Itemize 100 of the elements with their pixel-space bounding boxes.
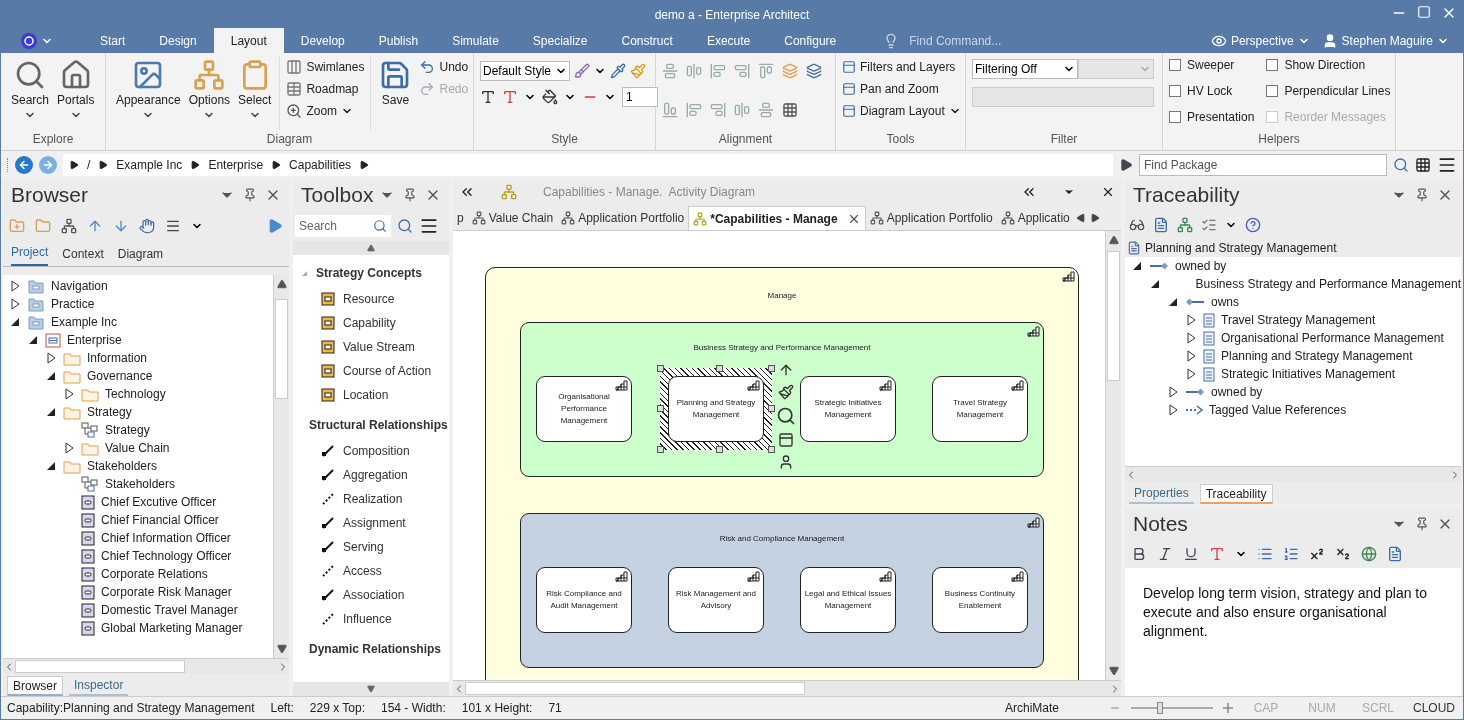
send-backward-icon[interactable] <box>806 63 822 79</box>
document-tab[interactable]: p <box>453 206 468 230</box>
capability-node[interactable]: Risk Compliance and Audit Management <box>536 567 632 633</box>
toolbox-item[interactable]: Access <box>343 562 382 580</box>
breadcrumb-item[interactable]: / <box>87 156 91 174</box>
toolbox-item[interactable]: Influence <box>343 610 392 628</box>
toolbox-item[interactable]: Realization <box>343 490 403 508</box>
collapsed-icon[interactable] <box>1185 314 1197 326</box>
scroll-down-icon[interactable] <box>1108 666 1119 676</box>
panel-tab[interactable]: Properties <box>1129 484 1194 504</box>
menu-icon[interactable] <box>419 216 439 236</box>
toolbox-item[interactable]: Association <box>343 586 405 604</box>
tree-item[interactable]: owned by <box>1175 257 1227 275</box>
tree-item[interactable]: Tagged Value References <box>1209 401 1347 419</box>
tree-item[interactable]: Corporate Risk Manager <box>101 583 232 601</box>
ribbon-tab[interactable]: Start <box>83 28 143 53</box>
document-icon[interactable] <box>1153 217 1169 233</box>
tree-item[interactable]: Stakeholders <box>105 475 176 493</box>
pin-icon[interactable] <box>403 188 417 202</box>
scroll-down-icon[interactable] <box>276 644 287 654</box>
expanded-icon[interactable] <box>45 406 57 418</box>
collapsed-icon[interactable] <box>1185 350 1197 362</box>
hierarchy-icon[interactable] <box>1177 217 1193 233</box>
capability-node[interactable]: Travel Strategy Management <box>932 376 1028 442</box>
play-icon[interactable] <box>267 218 283 234</box>
toolbox-item[interactable]: Location <box>343 386 389 404</box>
capability-node[interactable]: Strategic Initiatives Management <box>800 376 896 442</box>
grid-icon[interactable] <box>782 101 798 118</box>
expanded-icon[interactable] <box>45 370 57 382</box>
pin-icon[interactable] <box>243 188 257 202</box>
bullet-list-icon[interactable] <box>1257 546 1273 562</box>
menu-icon[interactable] <box>1437 155 1457 175</box>
tree-item[interactable]: Chief Technology Officer <box>101 547 232 565</box>
scroll-thumb[interactable] <box>1107 251 1120 381</box>
breadcrumb-item[interactable]: Enterprise <box>208 156 264 174</box>
tree-item[interactable]: Stakeholders <box>87 457 158 475</box>
resize-handle[interactable] <box>716 446 723 453</box>
ribbon-button[interactable]: Zoom <box>286 101 365 120</box>
resize-handle[interactable] <box>768 446 775 453</box>
ribbon-button[interactable]: Search <box>7 57 54 130</box>
search-icon[interactable] <box>776 406 796 426</box>
breadcrumb-item[interactable]: Example Inc <box>116 156 183 174</box>
tree-item[interactable]: Business Strategy and Performance Management <box>1195 275 1461 293</box>
capability-node[interactable]: Risk Management and Advisory <box>668 567 764 633</box>
subscript-icon[interactable] <box>1335 546 1351 562</box>
find-command-field[interactable]: Find Command... <box>909 31 1050 50</box>
toolbox-item[interactable]: Resource <box>343 290 395 308</box>
app-logo-icon[interactable] <box>19 31 39 50</box>
tree-item[interactable]: Information <box>87 349 148 367</box>
tree-item[interactable]: Enterprise <box>67 331 122 349</box>
find-package-field[interactable]: Find Package <box>1139 154 1387 176</box>
scroll-up-icon[interactable] <box>1108 235 1119 245</box>
collapsed-icon[interactable] <box>45 352 57 364</box>
perspective-button[interactable]: Perspective <box>1210 31 1310 50</box>
resize-handle[interactable] <box>716 365 723 372</box>
document-icon[interactable] <box>1387 546 1403 562</box>
resize-handle[interactable] <box>768 404 775 412</box>
ribbon-tab[interactable]: Layout <box>213 28 284 53</box>
move-up-icon[interactable] <box>87 218 103 234</box>
tree-item[interactable]: Value Chain <box>105 439 170 457</box>
close-icon[interactable] <box>1101 185 1115 199</box>
tree-item[interactable]: Chief Information Officer <box>101 529 231 547</box>
section-title[interactable]: Dynamic Relationships <box>309 640 442 658</box>
tree-item[interactable]: Chief Financial Officer <box>101 511 219 529</box>
tree-item[interactable]: Practice <box>51 295 95 313</box>
superscript-icon[interactable] <box>1309 546 1325 562</box>
tree-item[interactable]: Strategy <box>87 403 132 421</box>
ribbon-button[interactable]: Filters and Layers <box>842 57 961 76</box>
resize-handle[interactable] <box>657 404 664 412</box>
tree-item[interactable]: Governance <box>87 367 153 385</box>
collapsed-icon[interactable] <box>1167 404 1179 416</box>
document-tab[interactable]: *Capabilities - Manage <box>688 206 866 230</box>
toolbox-item[interactable]: Course of Action <box>343 362 432 380</box>
ribbon-button[interactable]: Options <box>184 57 235 130</box>
checkbox[interactable] <box>1266 59 1279 71</box>
section-title[interactable]: Strategy Concepts <box>316 264 423 282</box>
ribbon-button[interactable]: Swimlanes <box>286 57 365 76</box>
move-down-icon[interactable] <box>113 218 129 234</box>
font-icon[interactable] <box>480 89 496 105</box>
capability-node[interactable]: Planning and Strategy Management <box>668 376 764 442</box>
checklist-icon[interactable] <box>1201 217 1217 233</box>
checkbox[interactable] <box>1266 85 1279 97</box>
collapsed-icon[interactable] <box>9 298 21 310</box>
collapsed-icon[interactable] <box>1185 368 1197 380</box>
view-tab[interactable]: Project <box>11 243 49 266</box>
ribbon-tab[interactable]: Develop <box>283 28 362 53</box>
italic-icon[interactable] <box>1157 546 1173 562</box>
collapsed-icon[interactable] <box>1167 386 1179 398</box>
tree-item[interactable]: Domestic Travel Manager <box>101 601 238 619</box>
numbered-list-icon[interactable] <box>1283 546 1299 562</box>
panel-tab[interactable]: Browser <box>7 676 63 696</box>
tree-item[interactable]: Chief Excutive Officer <box>101 493 217 511</box>
collapsed-icon[interactable] <box>9 280 21 292</box>
tree-item[interactable]: Corporate Relations <box>101 565 208 583</box>
resize-handle[interactable] <box>768 365 775 372</box>
tree-item[interactable]: Organisational Performance Management <box>1221 329 1444 347</box>
scroll-thumb[interactable] <box>275 299 288 399</box>
scroll-up-icon[interactable] <box>276 279 287 289</box>
pin-icon[interactable] <box>1415 517 1429 531</box>
tree-item[interactable]: Strategic Initiatives Management <box>1221 365 1396 383</box>
